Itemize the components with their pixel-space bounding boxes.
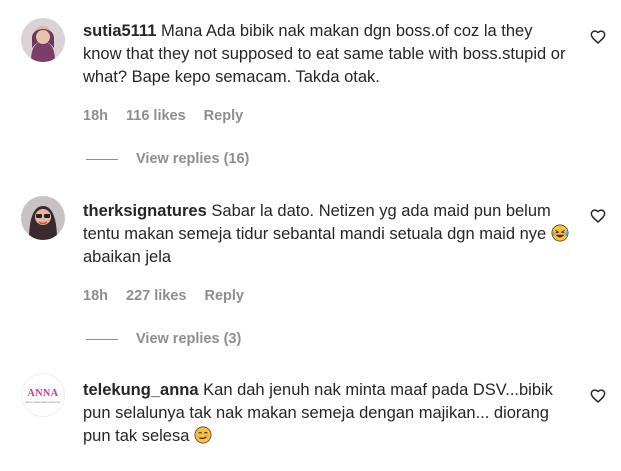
- heart-outline-icon[interactable]: [590, 388, 606, 404]
- comment-body: telekung_anna Kan dah jenuh nak minta ma…: [83, 379, 573, 448]
- comment-meta: 18h 227 likes Reply: [83, 288, 244, 304]
- svg-text:ANNA: ANNA: [28, 388, 59, 399]
- comment-time: 18h: [83, 108, 108, 124]
- comment-body: sutia5111 Mana Ada bibik nak makan dgn b…: [83, 20, 573, 89]
- comment-username[interactable]: sutia5111: [83, 22, 156, 40]
- avatar[interactable]: [21, 18, 65, 62]
- view-replies-button[interactable]: View replies (16): [86, 151, 249, 167]
- comment-body: therksignatures Sabar la dato. Netizen y…: [83, 200, 573, 269]
- likes-count[interactable]: 116 likes: [126, 108, 186, 124]
- avatar[interactable]: [21, 196, 65, 240]
- comment-username[interactable]: telekung_anna: [83, 381, 199, 399]
- comment-username[interactable]: therksignatures: [83, 202, 207, 220]
- anna-logo-icon: ANNA Best Handmade Telekung: [22, 374, 64, 416]
- reply-button[interactable]: Reply: [204, 288, 244, 304]
- reply-button[interactable]: Reply: [204, 108, 244, 124]
- comment-meta: 18h 116 likes Reply: [83, 108, 243, 124]
- likes-count[interactable]: 227 likes: [126, 288, 186, 304]
- view-replies-label: View replies (3): [136, 331, 242, 347]
- comment-text-after-emoji: abaikan jela: [83, 248, 172, 266]
- rolling-on-floor-laughing-emoji: [551, 224, 569, 242]
- view-replies-button[interactable]: View replies (3): [86, 331, 241, 347]
- comment-text: Mana Ada bibik nak makan dgn boss.of coz…: [83, 22, 566, 86]
- view-replies-label: View replies (16): [136, 151, 250, 167]
- divider-line: [86, 158, 118, 160]
- heart-outline-icon[interactable]: [590, 208, 606, 224]
- avatar[interactable]: ANNA Best Handmade Telekung: [21, 373, 65, 417]
- divider-line: [86, 338, 118, 340]
- comment-time: 18h: [83, 288, 108, 304]
- svg-text:Best Handmade Telekung: Best Handmade Telekung: [26, 400, 61, 404]
- heart-outline-icon[interactable]: [590, 29, 606, 45]
- smirking-face-emoji: [194, 426, 212, 444]
